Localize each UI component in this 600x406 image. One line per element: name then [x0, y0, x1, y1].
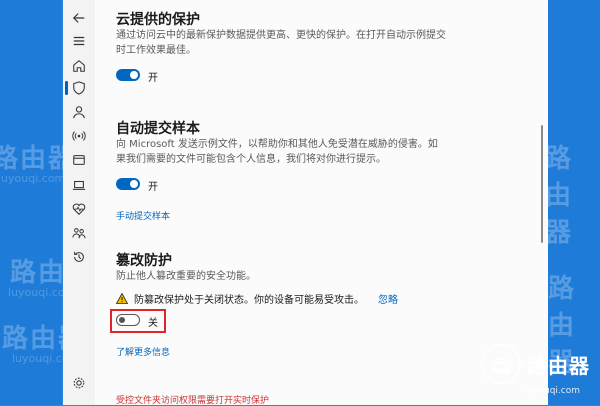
account-person-icon[interactable]: [71, 104, 87, 120]
shield-icon[interactable]: [71, 80, 87, 96]
app-browser-icon[interactable]: [71, 152, 87, 168]
cloud-protection-toggle[interactable]: [116, 69, 140, 81]
defender-window: 云提供的保护 通过访问云中的最新保护数据提供更高、更快的保护。在打开自动示例提交…: [63, 0, 548, 406]
family-people-icon[interactable]: [71, 225, 87, 241]
brand-logo-url: luyouqi.com: [524, 386, 580, 396]
device-laptop-icon[interactable]: [71, 177, 87, 193]
controlled-folder-access-text: 受控文件夹访问权限需要打开实时保护: [116, 396, 270, 406]
cloud-protection-description: 通过访问云中的最新保护数据提供更高、更快的保护。在打开自动示例提交时工作效果最佳…: [116, 30, 446, 56]
history-icon[interactable]: [71, 249, 87, 265]
auto-submit-toggle-label: 开: [148, 182, 158, 193]
tamper-protection-title: 篡改防护: [116, 253, 172, 269]
cloud-protection-toggle-label: 开: [148, 73, 158, 84]
ignore-link[interactable]: 忽略: [378, 291, 398, 306]
watermark-text: 路由器: [545, 144, 574, 248]
brand-logo: 路由器: [481, 344, 590, 384]
manual-submit-link[interactable]: 手动提交样本: [116, 209, 170, 222]
health-heart-icon[interactable]: [71, 201, 87, 217]
watermark-url: luyouqi.com: [0, 172, 66, 185]
nav-selected-indicator: [65, 81, 68, 95]
nav-rail: [63, 0, 95, 405]
network-signal-icon[interactable]: [71, 128, 87, 144]
back-arrow-icon[interactable]: [71, 10, 87, 26]
auto-submit-toggle[interactable]: [116, 178, 140, 190]
tamper-warning-row: 防篡改保护处于关闭状态。你的设备可能易受攻击。 忽略: [116, 291, 398, 306]
brand-logo-text: 路由器: [527, 353, 590, 378]
hamburger-menu-icon[interactable]: [71, 33, 87, 49]
home-icon[interactable]: [71, 58, 87, 74]
tamper-protection-description: 防止他人篡改重要的安全功能。: [116, 271, 256, 282]
auto-submit-description: 向 Microsoft 发送示例文件，以帮助你和其他人免受潜在威胁的侵害。如果我…: [116, 139, 438, 165]
learn-more-link[interactable]: 了解更多信息: [116, 345, 170, 358]
tamper-toggle-highlight-box: [110, 309, 166, 333]
auto-submit-title: 自动提交样本: [116, 121, 200, 137]
router-logo-icon: [481, 344, 521, 384]
warning-triangle-icon: [116, 293, 128, 304]
cloud-protection-title: 云提供的保护: [116, 12, 200, 28]
tamper-warning-text: 防篡改保护处于关闭状态。你的设备可能易受攻击。: [134, 295, 364, 306]
scrollbar[interactable]: [541, 125, 543, 243]
settings-gear-icon[interactable]: [71, 375, 87, 391]
